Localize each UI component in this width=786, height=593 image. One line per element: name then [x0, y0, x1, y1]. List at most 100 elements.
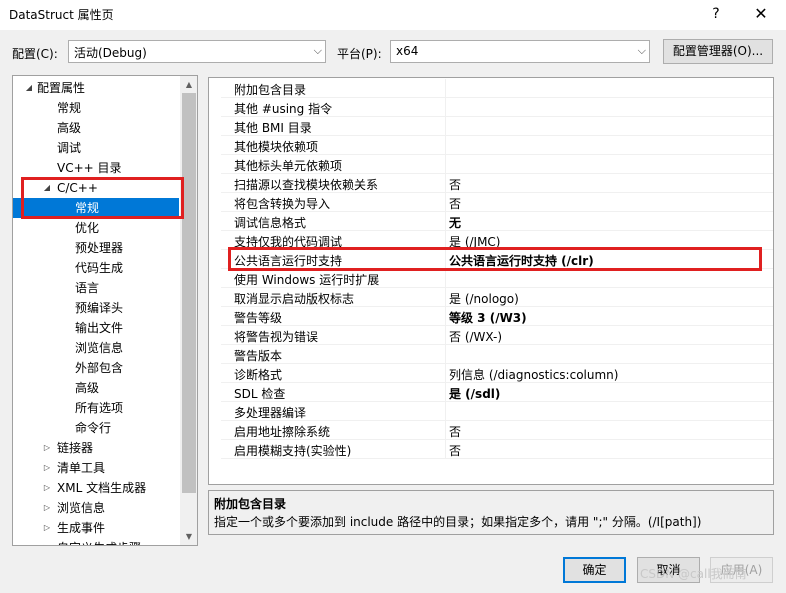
- collapsed-arrow-icon[interactable]: ▷: [41, 538, 53, 545]
- property-row[interactable]: 其他 #using 指令: [221, 98, 773, 117]
- collapsed-arrow-icon[interactable]: ▷: [41, 438, 53, 458]
- config-combo[interactable]: 活动(Debug) ⌵: [68, 40, 326, 63]
- property-name: 附加包含目录: [234, 83, 307, 97]
- property-row[interactable]: 附加包含目录: [221, 79, 773, 98]
- config-manager-button[interactable]: 配置管理器(O)...: [663, 39, 773, 64]
- tree-item[interactable]: 常规: [13, 198, 179, 218]
- property-value[interactable]: 否: [449, 442, 461, 459]
- column-divider: [445, 307, 446, 326]
- property-value[interactable]: 是 (/JMC): [449, 233, 501, 250]
- property-row[interactable]: 使用 Windows 运行时扩展: [221, 269, 773, 288]
- tree-item-label: 优化: [75, 221, 100, 235]
- tree-item[interactable]: 高级: [13, 378, 179, 398]
- tree-item[interactable]: ◢ C/C++: [13, 178, 179, 198]
- property-value[interactable]: 否 (/WX-): [449, 328, 502, 345]
- expanded-arrow-icon[interactable]: ◢: [41, 178, 53, 198]
- column-divider: [445, 383, 446, 402]
- column-divider: [445, 269, 446, 288]
- property-row[interactable]: 将包含转换为导入 否: [221, 193, 773, 212]
- tree-item-label: 代码生成: [75, 261, 124, 275]
- description-text: 指定一个或多个要添加到 include 路径中的目录；如果指定多个，请用 ";"…: [214, 515, 702, 529]
- tree-item[interactable]: 所有选项: [13, 398, 179, 418]
- tree-item-label: 高级: [57, 121, 82, 135]
- property-value[interactable]: 是 (/nologo): [449, 290, 519, 307]
- property-row[interactable]: 诊断格式 列信息 (/diagnostics:column): [221, 364, 773, 383]
- scroll-down-icon[interactable]: ▼: [180, 528, 197, 545]
- tree-item[interactable]: 语言: [13, 278, 179, 298]
- tree-item-label: 预编译头: [75, 301, 124, 315]
- property-row[interactable]: 多处理器编译: [221, 402, 773, 421]
- tree-item[interactable]: 外部包含: [13, 358, 179, 378]
- chevron-down-icon: ⌵: [313, 44, 322, 57]
- collapsed-arrow-icon[interactable]: ▷: [41, 518, 53, 538]
- column-divider: [445, 288, 446, 307]
- property-value[interactable]: 列信息 (/diagnostics:column): [449, 366, 618, 383]
- platform-combo[interactable]: x64 ⌵: [390, 40, 650, 63]
- tree-item[interactable]: 预编译头: [13, 298, 179, 318]
- property-value[interactable]: 否: [449, 423, 461, 440]
- property-name: 其他 #using 指令: [234, 102, 333, 116]
- tree-item-label: XML 文档生成器: [57, 481, 147, 495]
- property-row[interactable]: 支持仅我的代码调试 是 (/JMC): [221, 231, 773, 250]
- close-icon[interactable]: ✕: [747, 2, 775, 26]
- ok-button[interactable]: 确定: [563, 557, 626, 583]
- tree-scrollbar[interactable]: ▲ ▼: [180, 76, 197, 545]
- scroll-thumb[interactable]: [182, 93, 196, 493]
- property-name: 警告版本: [234, 349, 283, 363]
- tree-item[interactable]: 常规: [13, 98, 179, 118]
- tree-item[interactable]: 代码生成: [13, 258, 179, 278]
- help-icon[interactable]: ?: [702, 2, 730, 26]
- column-divider: [445, 402, 446, 421]
- collapsed-arrow-icon[interactable]: ▷: [41, 458, 53, 478]
- tree-item[interactable]: ◢ 配置属性: [13, 78, 179, 98]
- column-divider: [445, 136, 446, 155]
- property-value[interactable]: 否: [449, 195, 461, 212]
- tree-item[interactable]: 预处理器: [13, 238, 179, 258]
- property-row[interactable]: 启用地址擦除系统 否: [221, 421, 773, 440]
- property-row[interactable]: 调试信息格式 无: [221, 212, 773, 231]
- property-value[interactable]: 无: [449, 214, 461, 231]
- tree-item[interactable]: 浏览信息: [13, 338, 179, 358]
- tree-item-label: VC++ 目录: [57, 161, 122, 175]
- property-value[interactable]: 否: [449, 176, 461, 193]
- property-row[interactable]: 取消显示启动版权标志 是 (/nologo): [221, 288, 773, 307]
- property-name: SDL 检查: [234, 387, 286, 401]
- tree-item[interactable]: 高级: [13, 118, 179, 138]
- property-name: 启用地址擦除系统: [234, 425, 331, 439]
- tree-item-label: 输出文件: [75, 321, 124, 335]
- property-row[interactable]: 其他 BMI 目录: [221, 117, 773, 136]
- property-row[interactable]: 其他模块依赖项: [221, 136, 773, 155]
- collapsed-arrow-icon[interactable]: ▷: [41, 478, 53, 498]
- property-row[interactable]: 启用模糊支持(实验性) 否: [221, 440, 773, 459]
- property-grid: 附加包含目录其他 #using 指令 其他 BMI 目录 其他模块依赖项其他标头单元…: [208, 77, 774, 485]
- property-row[interactable]: 将警告视为错误 否 (/WX-): [221, 326, 773, 345]
- tree-item[interactable]: ▷ 清单工具: [13, 458, 179, 478]
- property-name: 支持仅我的代码调试: [234, 235, 343, 249]
- property-value[interactable]: 是 (/sdl): [449, 385, 500, 402]
- property-value[interactable]: 等级 3 (/W3): [449, 309, 527, 326]
- property-row[interactable]: 警告等级 等级 3 (/W3): [221, 307, 773, 326]
- tree-item[interactable]: VC++ 目录: [13, 158, 179, 178]
- property-name: 其他标头单元依赖项: [234, 159, 343, 173]
- property-value[interactable]: 公共语言运行时支持 (/clr): [449, 252, 594, 269]
- property-row[interactable]: 其他标头单元依赖项: [221, 155, 773, 174]
- property-row[interactable]: 公共语言运行时支持 公共语言运行时支持 (/clr): [221, 250, 773, 269]
- collapsed-arrow-icon[interactable]: ▷: [41, 498, 53, 518]
- property-row[interactable]: SDL 检查 是 (/sdl): [221, 383, 773, 402]
- tree-item-label: 浏览信息: [75, 341, 124, 355]
- tree-item[interactable]: ▷ 链接器: [13, 438, 179, 458]
- expanded-arrow-icon[interactable]: ◢: [23, 78, 35, 98]
- tree-item[interactable]: ▷ 自定义生成步骤: [13, 538, 179, 545]
- scroll-up-icon[interactable]: ▲: [180, 76, 197, 93]
- property-row[interactable]: 警告版本: [221, 345, 773, 364]
- tree-item[interactable]: 优化: [13, 218, 179, 238]
- property-tree: ◢ 配置属性 常规 高级 调试 VC++ 目录 ◢ C/C++ 常规 优化 预处理器 代码生成 语言 预编…: [12, 75, 198, 546]
- tree-item[interactable]: 命令行: [13, 418, 179, 438]
- tree-item[interactable]: ▷ 浏览信息: [13, 498, 179, 518]
- tree-item[interactable]: 调试: [13, 138, 179, 158]
- tree-item[interactable]: ▷ 生成事件: [13, 518, 179, 538]
- property-name: 多处理器编译: [234, 406, 307, 420]
- tree-item[interactable]: ▷ XML 文档生成器: [13, 478, 179, 498]
- tree-item[interactable]: 输出文件: [13, 318, 179, 338]
- property-row[interactable]: 扫描源以查找模块依赖关系 否: [221, 174, 773, 193]
